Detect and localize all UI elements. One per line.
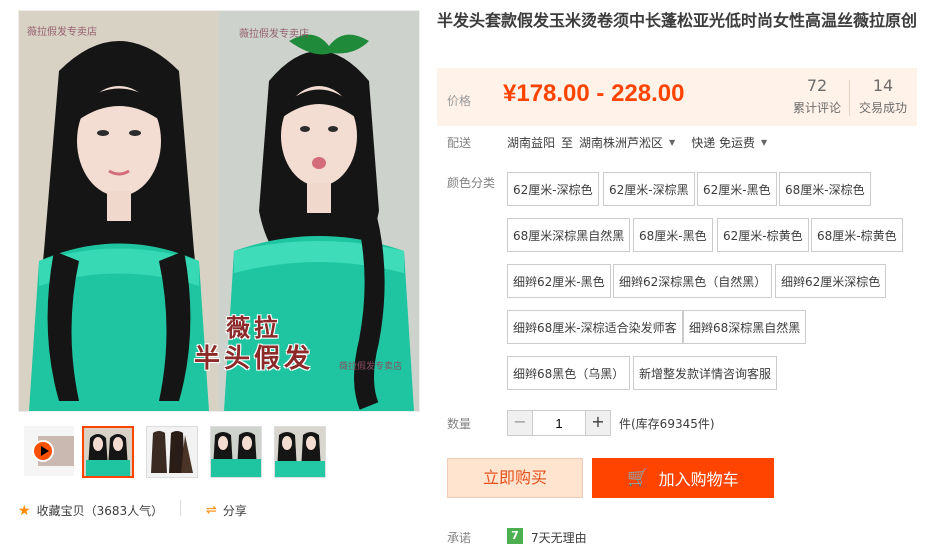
model-left-image — [19, 11, 219, 411]
color-option[interactable]: 细辫62深棕黑色（自然黑） — [613, 264, 773, 298]
color-option[interactable]: 68厘米-黑色 — [633, 218, 713, 252]
color-option[interactable]: 细辫68黑色（乌黑） — [507, 356, 631, 390]
trades-count: 14 — [872, 76, 894, 95]
favorite-share-row: ★ 收藏宝贝（3683人气） ⇌ 分享 — [18, 500, 420, 520]
watermark-bottom: 薇拉假发专卖店 — [339, 362, 403, 372]
cart-icon: 🛒 — [627, 468, 649, 488]
add-to-cart-button[interactable]: 🛒 加入购物车 — [592, 458, 774, 498]
stat-divider — [849, 80, 850, 116]
chevron-down-icon[interactable]: ▼ — [761, 138, 767, 147]
brand-line-2: 半头假发 — [194, 344, 315, 374]
color-option[interactable]: 细辫68厘米-深棕适合染发师客 — [507, 310, 683, 344]
watermark-right: 薇拉假发专卖店 — [239, 29, 309, 40]
trades-label: 交易成功 — [858, 101, 907, 115]
color-option[interactable]: 细辫62厘米-黑色 — [507, 264, 611, 298]
color-option[interactable]: 新增整发款详情咨询客服 — [633, 356, 778, 390]
star-icon: ★ — [18, 502, 31, 519]
shipping-info: 湖南益阳 至 湖南株洲芦淞区 ▼ 快递 免运费 ▼ — [507, 134, 767, 151]
shipping-from: 湖南益阳 — [507, 136, 556, 150]
shipping-method[interactable]: 快递 免运费 — [691, 134, 755, 151]
reviews-label: 累计评论 — [792, 101, 841, 115]
favorite-button[interactable]: ★ 收藏宝贝（3683人气） — [18, 502, 163, 519]
seven-day-badge-icon: 7 — [507, 528, 523, 544]
watermark-left: 薇拉假发专卖店 — [27, 27, 97, 38]
thumbnail-strip — [18, 426, 420, 480]
buy-now-button[interactable]: 立即购买 — [447, 458, 583, 498]
price-range: ¥178.00 - 228.00 — [503, 80, 685, 107]
share-button[interactable]: ⇌ 分享 — [206, 502, 247, 519]
share-icon: ⇌ — [206, 503, 217, 518]
shipping-row: 配送 湖南益阳 至 湖南株洲芦淞区 ▼ 快递 免运费 ▼ — [437, 132, 917, 152]
thumbnail-3-image — [211, 427, 261, 477]
color-option[interactable]: 细辫68深棕黑自然黑 — [683, 310, 807, 344]
increase-quantity-button[interactable]: + — [585, 410, 611, 436]
promise-text[interactable]: 7天无理由 — [531, 529, 587, 546]
play-icon — [32, 440, 54, 462]
main-product-image[interactable]: 薇拉假发专卖店 薇拉假发专卖店 薇拉 半头假发 薇拉假发专卖店 — [18, 10, 420, 412]
color-option[interactable]: 62厘米-深棕黑 — [603, 172, 695, 206]
thumbnail-1[interactable] — [82, 426, 134, 478]
price-label: 价格 — [447, 94, 472, 108]
color-option[interactable]: 62厘米-深棕色 — [507, 172, 599, 206]
product-title: 半发头套款假发玉米烫卷须中长蓬松亚光低时尚女性高温丝薇拉原创 — [437, 11, 918, 30]
color-label: 颜色分类 — [447, 176, 496, 190]
divider — [180, 500, 181, 516]
color-option[interactable]: 68厘米-棕黄色 — [811, 218, 903, 252]
decrease-quantity-button[interactable]: − — [507, 410, 533, 436]
quantity-stepper: − + — [507, 410, 611, 436]
product-info: 半发头套款假发玉米烫卷须中长蓬松亚光低时尚女性高温丝薇拉原创 价格 ¥178.0… — [437, 10, 918, 545]
color-option[interactable]: 细辫62厘米深棕色 — [775, 264, 887, 298]
price-panel: 价格 ¥178.00 - 228.00 72 累计评论 14 交易成功 — [437, 68, 917, 126]
trades-stat: 14 交易成功 — [853, 76, 913, 116]
video-thumbnail[interactable] — [24, 426, 74, 476]
thumbnail-2[interactable] — [146, 426, 198, 478]
brand-overlay: 薇拉 半头假发 — [194, 313, 314, 376]
share-label: 分享 — [222, 504, 247, 518]
color-option[interactable]: 68厘米深棕黑自然黑 — [507, 218, 631, 252]
reviews-stat[interactable]: 72 累计评论 — [787, 76, 847, 116]
thumbnail-4[interactable] — [274, 426, 326, 478]
thumbnail-2-image — [147, 427, 197, 477]
promise-row: 承诺 7 7天无理由 — [437, 526, 917, 546]
product-gallery: 薇拉假发专卖店 薇拉假发专卖店 薇拉 半头假发 薇拉假发专卖店 ★ 收藏宝贝（3… — [18, 10, 420, 519]
shipping-label: 配送 — [447, 136, 472, 150]
reviews-count: 72 — [806, 76, 828, 95]
thumbnail-3[interactable] — [210, 426, 262, 478]
shipping-destination[interactable]: 湖南株洲芦淞区 — [579, 134, 663, 151]
quantity-input[interactable] — [533, 410, 585, 436]
brand-line-1: 薇拉 — [226, 313, 282, 342]
color-option[interactable]: 62厘米-棕黄色 — [717, 218, 809, 252]
color-option[interactable]: 68厘米-深棕色 — [779, 172, 871, 206]
quantity-row: 数量 − + 件(库存69345件) — [437, 410, 917, 436]
shipping-to-word: 至 — [561, 136, 574, 150]
chevron-down-icon[interactable]: ▼ — [669, 138, 675, 147]
thumbnail-4-image — [275, 427, 325, 477]
quantity-label: 数量 — [447, 417, 472, 431]
stock-info: 件(库存69345件) — [619, 417, 715, 431]
color-option[interactable]: 62厘米-黑色 — [697, 172, 777, 206]
add-to-cart-label: 加入购物车 — [658, 470, 739, 489]
promise-label: 承诺 — [447, 531, 472, 545]
thumbnail-1-image — [84, 428, 132, 476]
favorite-label: 收藏宝贝（3683人气） — [36, 504, 164, 518]
